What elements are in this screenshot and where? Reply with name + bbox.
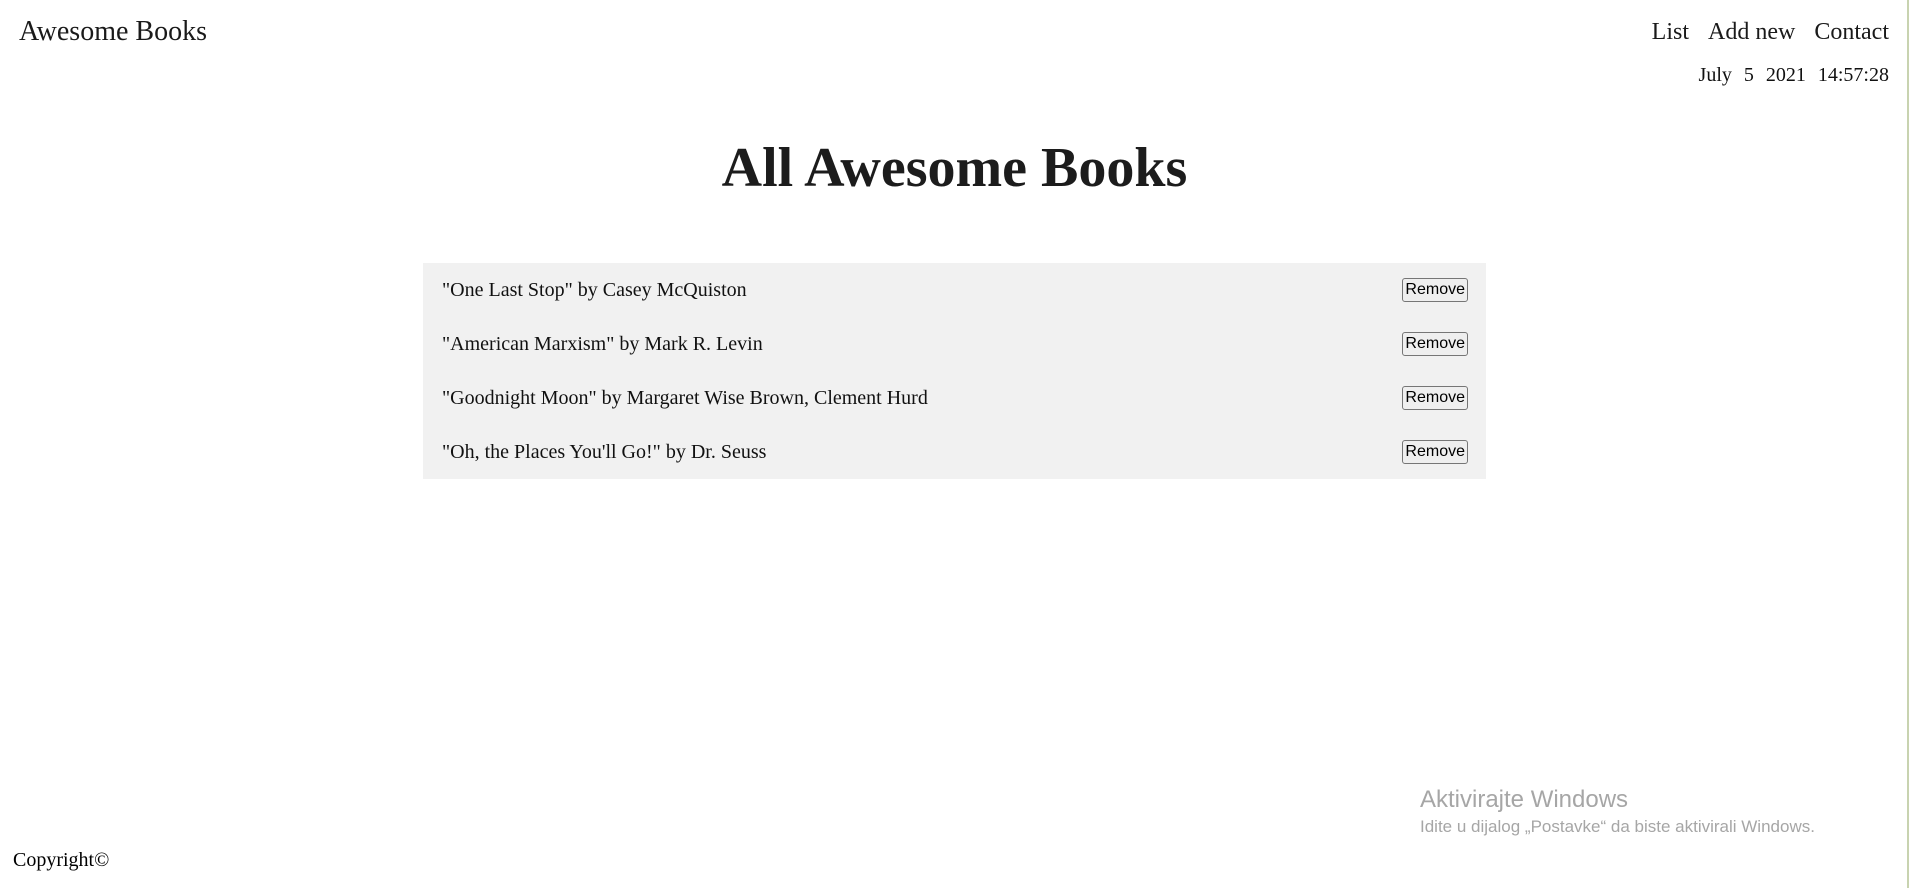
windows-activation-watermark: Aktivirajte Windows Idite u dijalog „Pos… — [1420, 784, 1815, 838]
remove-book-button[interactable]: Remove — [1402, 386, 1468, 410]
remove-book-button[interactable]: Remove — [1402, 278, 1468, 302]
current-datetime: July 5 2021 14:57:28 — [1699, 62, 1889, 88]
main-nav: List Add new Contact — [1652, 14, 1889, 50]
date-time: 14:57:28 — [1817, 64, 1889, 86]
book-list: "One Last Stop" by Casey McQuiston Remov… — [423, 263, 1486, 479]
date-year: 2021 — [1765, 64, 1806, 86]
footer-copyright: Copyright© — [13, 849, 110, 871]
book-title-author: "One Last Stop" by Casey McQuiston — [442, 279, 747, 301]
nav-link-contact[interactable]: Contact — [1814, 14, 1889, 50]
remove-book-button[interactable]: Remove — [1402, 332, 1468, 356]
watermark-subtitle: Idite u dijalog „Postavke“ da biste akti… — [1420, 817, 1815, 836]
book-list-item: "One Last Stop" by Casey McQuiston Remov… — [423, 263, 1486, 317]
watermark-title: Aktivirajte Windows — [1420, 786, 1629, 813]
brand-logo[interactable]: Awesome Books — [19, 14, 207, 50]
nav-link-list[interactable]: List — [1652, 14, 1689, 50]
book-title-author: "Oh, the Places You'll Go!" by Dr. Seuss — [442, 441, 767, 463]
book-list-item: "American Marxism" by Mark R. Levin Remo… — [423, 317, 1486, 371]
book-list-item: "Oh, the Places You'll Go!" by Dr. Seuss… — [423, 425, 1486, 479]
date-month: July — [1698, 64, 1732, 86]
book-title-author: "American Marxism" by Mark R. Levin — [442, 333, 763, 355]
page-title: All Awesome Books — [721, 137, 1188, 199]
nav-link-add-new[interactable]: Add new — [1708, 14, 1795, 50]
remove-book-button[interactable]: Remove — [1402, 440, 1468, 464]
book-list-item: "Goodnight Moon" by Margaret Wise Brown,… — [423, 371, 1486, 425]
book-title-author: "Goodnight Moon" by Margaret Wise Brown,… — [442, 387, 928, 409]
date-day: 5 — [1743, 64, 1754, 86]
